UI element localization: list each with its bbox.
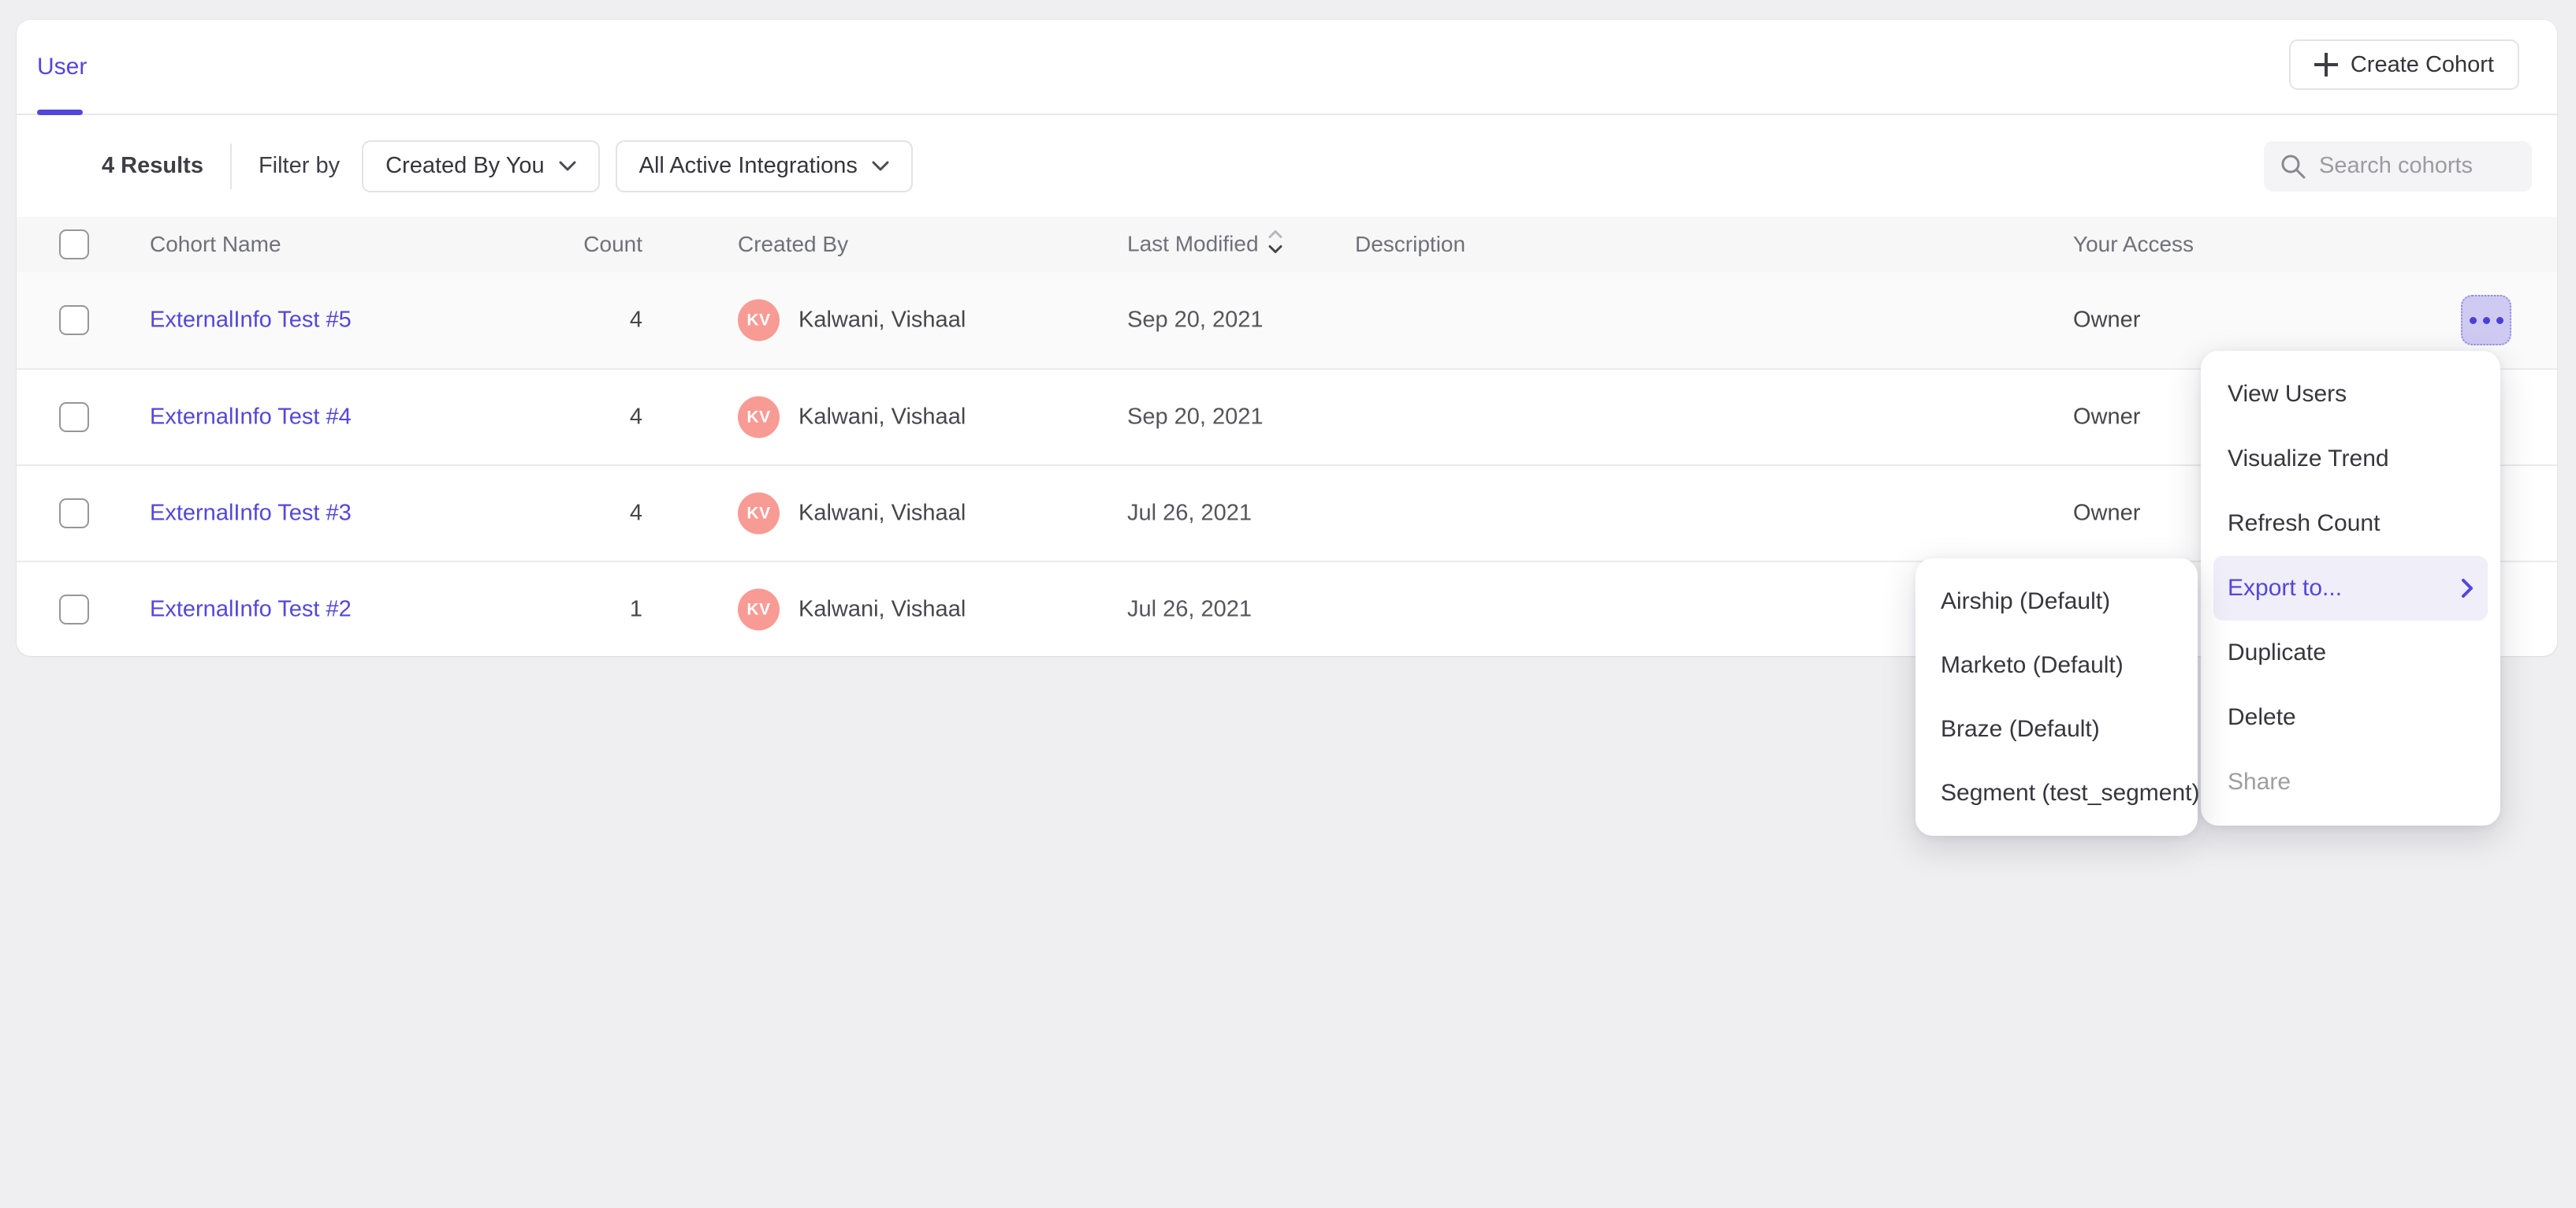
results-count: 4 Results (102, 153, 203, 179)
column-header-cohort-name[interactable]: Cohort Name (150, 232, 281, 257)
submenu-item-airship[interactable]: Airship (Default) (1915, 569, 2198, 633)
column-header-last-modified[interactable]: Last Modified (1127, 229, 1284, 260)
column-header-your-access[interactable]: Your Access (2073, 232, 2194, 257)
plus-icon (2314, 53, 2338, 76)
menu-item-share: Share (2201, 750, 2500, 815)
tab-bar: User Create Cohort (17, 20, 2557, 115)
created-by-name: Kalwani, Vishaal (798, 308, 966, 334)
avatar: KV (738, 589, 780, 631)
table-row[interactable]: ExternalInfo Test #5 4 KV Kalwani, Visha… (17, 272, 2557, 368)
toolbar-divider (230, 144, 232, 189)
last-modified-date: Jul 26, 2021 (1127, 501, 1252, 527)
menu-item-refresh-count[interactable]: Refresh Count (2201, 491, 2500, 556)
avatar: KV (738, 493, 780, 535)
menu-item-duplicate[interactable]: Duplicate (2201, 621, 2500, 685)
row-checkbox[interactable] (59, 595, 89, 625)
table-header: Cohort Name Count Created By Last Modifi… (17, 217, 2557, 272)
search-icon (2280, 153, 2306, 180)
table-row[interactable]: ExternalInfo Test #4 4 KV Kalwani, Visha… (17, 368, 2557, 464)
select-all-checkbox[interactable] (59, 229, 89, 259)
search-input[interactable] (2319, 153, 2516, 179)
filter-created-by-label: Created By You (385, 153, 545, 179)
tab-user[interactable]: User (37, 20, 87, 114)
menu-item-visualize-trend[interactable]: Visualize Trend (2201, 427, 2500, 491)
active-tab-underline (37, 110, 83, 115)
cohort-name-link[interactable]: ExternalInfo Test #5 (150, 308, 352, 333)
last-modified-date: Sep 20, 2021 (1127, 308, 1264, 334)
sort-chevrons-icon[interactable] (1267, 229, 1284, 260)
row-checkbox[interactable] (59, 305, 89, 335)
chevron-right-icon (2461, 578, 2474, 598)
export-submenu: Airship (Default) Marketo (Default) Braz… (1915, 558, 2198, 836)
filter-integrations-dropdown[interactable]: All Active Integrations (616, 140, 913, 192)
row-overflow-button[interactable] (2461, 295, 2511, 345)
avatar: KV (738, 397, 780, 438)
cohort-name-link[interactable]: ExternalInfo Test #2 (150, 597, 352, 622)
menu-item-delete[interactable]: Delete (2201, 685, 2500, 750)
chevron-down-icon (872, 161, 889, 172)
tab-user-label: User (37, 54, 87, 80)
column-header-count[interactable]: Count (450, 232, 642, 257)
cohort-count: 4 (450, 405, 642, 431)
submenu-item-braze[interactable]: Braze (Default) (1915, 697, 2198, 761)
submenu-item-marketo[interactable]: Marketo (Default) (1915, 633, 2198, 697)
last-modified-date: Sep 20, 2021 (1127, 405, 1264, 431)
column-header-description[interactable]: Description (1355, 232, 1465, 257)
search-box[interactable] (2264, 141, 2532, 192)
filter-by-label: Filter by (259, 153, 340, 179)
cohort-name-link[interactable]: ExternalInfo Test #4 (150, 405, 352, 430)
toolbar: 4 Results Filter by Created By You All A… (17, 115, 2557, 217)
cohort-name-link[interactable]: ExternalInfo Test #3 (150, 501, 352, 526)
chevron-down-icon (559, 161, 576, 172)
menu-item-export-to[interactable]: Export to... (2213, 556, 2488, 621)
access-value: Owner (2073, 405, 2140, 431)
cohort-count: 4 (450, 308, 642, 334)
created-by-name: Kalwani, Vishaal (798, 597, 966, 623)
row-context-menu: View Users Visualize Trend Refresh Count… (2201, 351, 2500, 826)
avatar: KV (738, 300, 780, 341)
menu-item-view-users[interactable]: View Users (2201, 362, 2500, 427)
table-row[interactable]: ExternalInfo Test #3 4 KV Kalwani, Visha… (17, 464, 2557, 561)
created-by-name: Kalwani, Vishaal (798, 501, 966, 527)
last-modified-date: Jul 26, 2021 (1127, 597, 1252, 623)
cohort-count: 1 (450, 597, 642, 623)
create-cohort-button[interactable]: Create Cohort (2289, 39, 2519, 90)
column-header-created-by[interactable]: Created By (738, 232, 848, 257)
row-checkbox[interactable] (59, 402, 89, 432)
ellipsis-icon (2470, 317, 2477, 324)
create-cohort-label: Create Cohort (2351, 52, 2494, 78)
access-value: Owner (2073, 308, 2140, 334)
row-checkbox[interactable] (59, 498, 89, 528)
access-value: Owner (2073, 501, 2140, 527)
created-by-name: Kalwani, Vishaal (798, 405, 966, 431)
filter-created-by-dropdown[interactable]: Created By You (362, 140, 600, 192)
submenu-item-segment[interactable]: Segment (test_segment) (1915, 761, 2198, 825)
filter-integrations-label: All Active Integrations (639, 153, 858, 179)
cohort-count: 4 (450, 501, 642, 527)
